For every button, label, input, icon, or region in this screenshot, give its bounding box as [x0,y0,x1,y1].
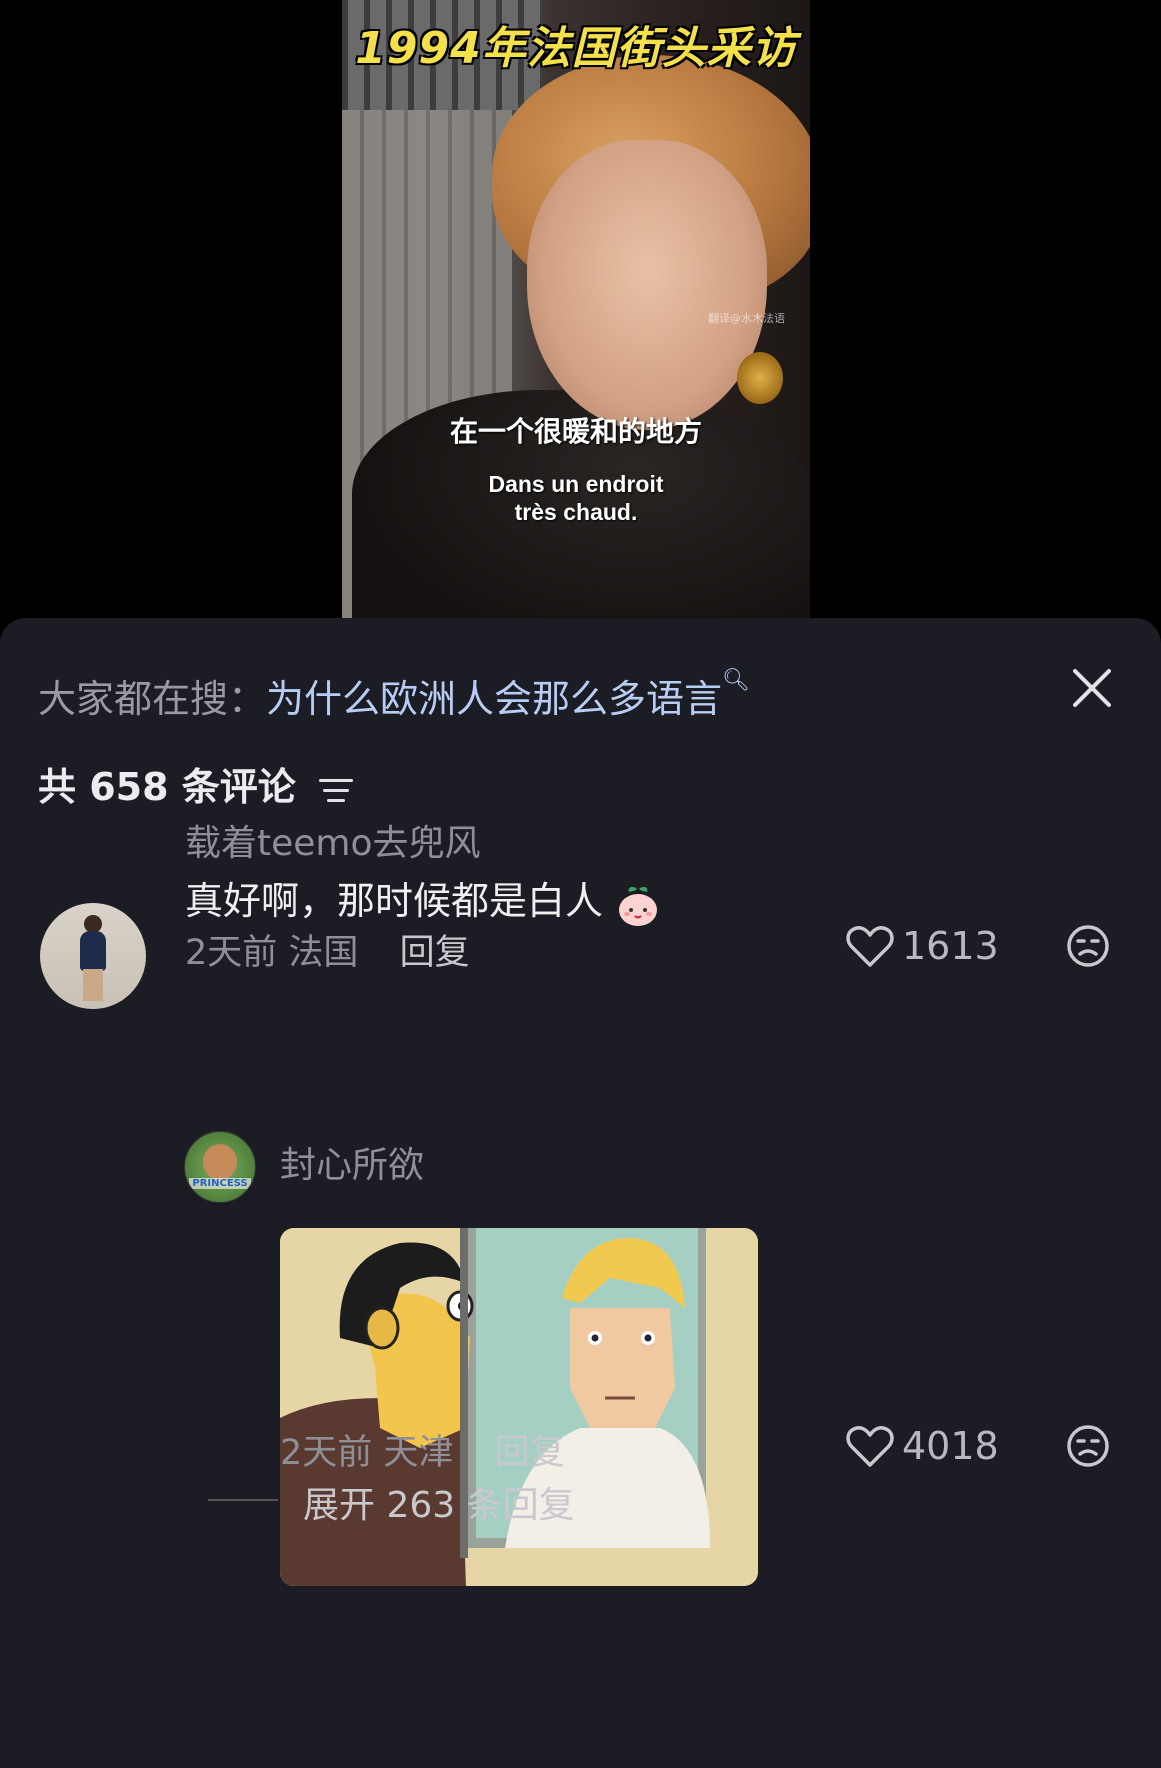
comment-meta: 2天前 法国 回复 [185,924,470,975]
filter-icon[interactable] [319,775,355,805]
trending-search-prefix: 大家都在搜： [38,677,267,721]
like-count: 1613 [902,924,999,968]
reply-image-cartoon-mirror[interactable] [280,1228,758,1586]
unhappy-face-icon[interactable] [1066,924,1110,968]
subtitle-french-line-2: très chaud. [514,499,638,525]
reply-location: 天津 [383,1433,454,1473]
comment-location: 法国 [288,933,359,973]
avatar[interactable]: PRINCESS [184,1131,256,1203]
search-icon: 🔍︎ [722,668,750,693]
subtitle-french: Dans un endroit très chaud. [342,470,810,526]
comment-username[interactable]: 载着teemo去兜风 [185,814,481,866]
heart-icon [846,1426,894,1467]
heart-icon [846,926,894,967]
comment-count: 共 658 条评论 [38,756,355,811]
like-button[interactable]: 4018 [846,1424,999,1468]
comment-time: 2天前 [185,933,278,973]
reply-meta: 2天前 天津 回复 [280,1424,565,1475]
peach-emoji-icon [615,883,661,926]
close-icon[interactable] [1066,662,1118,714]
reply-button[interactable]: 回复 [495,1433,565,1473]
like-count: 4018 [902,1424,999,1468]
translator-watermark: 翻译@水木法语 [708,312,785,325]
comments-sheet: 大家都在搜：为什么欧洲人会那么多语言🔍︎ 共 658 条评论 载着teemo去兜… [0,618,1161,1768]
reply-time: 2天前 [280,1433,373,1473]
unhappy-face-icon[interactable] [1066,1424,1110,1468]
reply-button[interactable]: 回复 [400,933,470,973]
comment-text: 真好啊，那时候都是白人 [185,870,661,926]
trending-search[interactable]: 大家都在搜：为什么欧洲人会那么多语言🔍︎ [38,668,750,723]
video-title: 1994年法国街头采访 [355,23,797,74]
avatar-text: PRINCESS [189,1178,251,1189]
reply-username[interactable]: 封心所欲 [280,1136,424,1188]
video-player[interactable]: 1994年法国街头采访 翻译@水木法语 在一个很暖和的地方 Dans un en… [342,0,810,620]
woman-face [527,140,767,430]
trending-search-query[interactable]: 为什么欧洲人会那么多语言 [266,677,722,721]
expand-divider [208,1499,278,1501]
like-button[interactable]: 1613 [846,924,999,968]
avatar[interactable] [40,903,146,1009]
subtitle-french-line-1: Dans un endroit [488,471,664,497]
expand-replies-button[interactable]: 展开 263 条回复 [303,1476,575,1528]
comment-text-body: 真好啊，那时候都是白人 [185,879,604,923]
earring [737,352,783,404]
comment-count-label: 共 658 条评论 [38,765,296,809]
subtitle-chinese: 在一个很暖和的地方 [449,415,702,448]
